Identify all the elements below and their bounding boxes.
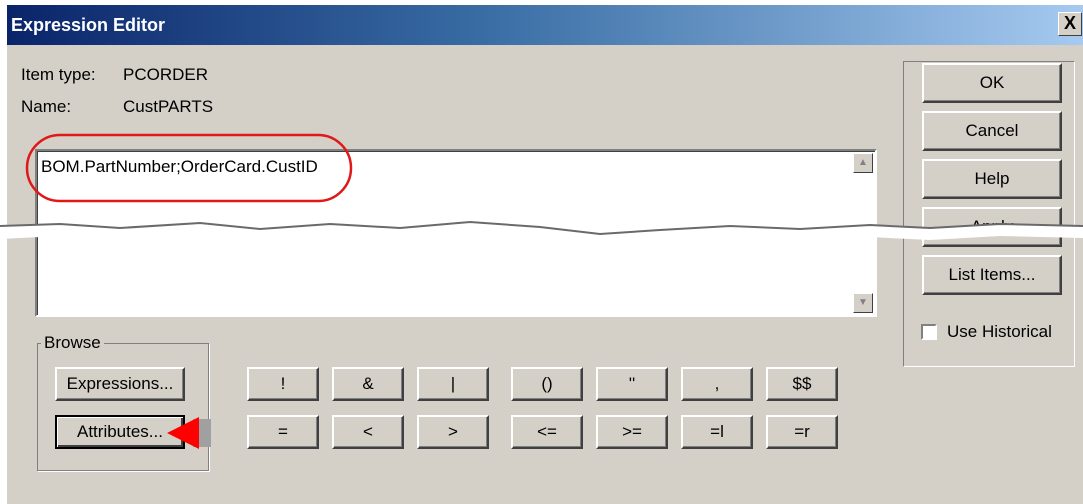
- ok-button[interactable]: OK: [922, 63, 1062, 103]
- op-equal-right-button[interactable]: =r: [766, 415, 838, 449]
- op-or-button[interactable]: |: [417, 367, 489, 401]
- op-label: !: [280, 374, 286, 393]
- op-comma-button[interactable]: ,: [681, 367, 753, 401]
- torn-edge-overlay: [0, 220, 1083, 246]
- op-and-button[interactable]: &: [332, 367, 404, 401]
- op-equals-button[interactable]: =: [247, 415, 319, 449]
- op-label: &: [362, 374, 374, 393]
- use-historical-checkbox[interactable]: [921, 324, 937, 340]
- op-greater-button[interactable]: >: [417, 415, 489, 449]
- op-dollar-button[interactable]: $$: [766, 367, 838, 401]
- op-label: <: [363, 422, 373, 441]
- op-label: (): [541, 374, 553, 393]
- op-greater-equal-button[interactable]: >=: [596, 415, 668, 449]
- use-historical-label: Use Historical: [947, 322, 1052, 341]
- list-items-button[interactable]: List Items...: [922, 255, 1062, 295]
- red-arrow-icon: [167, 417, 211, 449]
- op-label: <=: [537, 422, 557, 441]
- title-bar: Expression Editor X: [7, 5, 1083, 45]
- item-type-value: PCORDER: [123, 65, 209, 84]
- op-label: ,: [714, 374, 720, 393]
- help-button[interactable]: Help: [922, 159, 1062, 199]
- op-label: =l: [710, 422, 724, 441]
- op-less-equal-button[interactable]: <=: [511, 415, 583, 449]
- name-value: CustPARTS: [123, 97, 214, 116]
- op-not-button[interactable]: !: [247, 367, 319, 401]
- browse-label: Browse: [41, 333, 104, 353]
- window-title: Expression Editor: [11, 15, 166, 35]
- scroll-down-button[interactable]: ▼: [853, 293, 873, 313]
- op-label: $$: [792, 374, 812, 393]
- op-quotes-button[interactable]: '': [596, 367, 668, 401]
- name-label: Name:: [21, 97, 72, 116]
- op-label: |: [450, 374, 456, 393]
- expressions-button[interactable]: Expressions...: [55, 367, 185, 401]
- expressions-label: Expressions...: [66, 374, 174, 393]
- op-label: >=: [622, 422, 642, 441]
- list-items-label: List Items...: [948, 265, 1036, 284]
- scroll-up-button[interactable]: ▲: [853, 153, 873, 173]
- item-type-label: Item type:: [21, 65, 96, 84]
- close-button[interactable]: X: [1058, 12, 1082, 36]
- highlight-oval: [25, 133, 353, 203]
- expression-editor-dialog: Expression Editor X Item type: PCORDER N…: [6, 4, 1083, 504]
- ok-label: OK: [979, 73, 1005, 92]
- cancel-label: Cancel: [965, 121, 1019, 140]
- help-label: Help: [974, 169, 1010, 188]
- op-label: =r: [794, 422, 810, 441]
- op-label: =: [278, 422, 288, 441]
- cancel-button[interactable]: Cancel: [922, 111, 1062, 151]
- op-label: '': [628, 374, 636, 393]
- op-label: >: [448, 422, 458, 441]
- op-less-button[interactable]: <: [332, 415, 404, 449]
- op-parens-button[interactable]: (): [511, 367, 583, 401]
- op-equal-left-button[interactable]: =l: [681, 415, 753, 449]
